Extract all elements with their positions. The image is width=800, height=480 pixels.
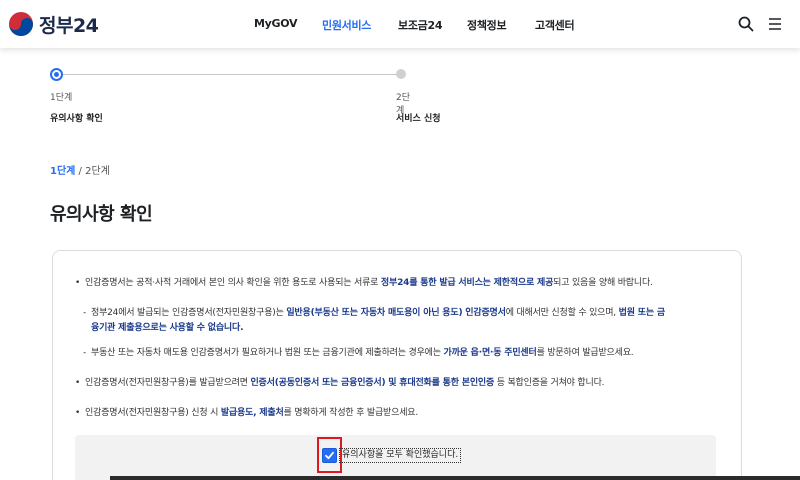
notice-text: 등 복합인증을 거쳐야 합니다. xyxy=(494,378,605,388)
notice-text: 되고 있음을 양해 바랍니다. xyxy=(553,278,653,288)
step-1-name: 유의사항 확인 xyxy=(50,114,103,124)
stepper-line xyxy=(56,74,402,75)
search-icon[interactable] xyxy=(737,15,755,33)
notice-item-5: 인감증명서(전자민원창구용) 신청 시 발급용도, 제출처를 명확하게 작성한 … xyxy=(85,406,735,421)
step-breadcrumb: 1단계 / 2단계 xyxy=(50,162,110,177)
step-1-number: 1단계 xyxy=(50,93,73,103)
bullet-marker: • xyxy=(75,408,81,418)
step-2-name: 서비스 신청 xyxy=(396,114,441,124)
nav-subsidy24[interactable]: 보조금24 xyxy=(398,17,442,33)
emphasized-text: 정부24를 통한 발급 서비스는 제한적으로 제공 xyxy=(380,278,554,288)
dash-marker: - xyxy=(83,308,87,318)
emphasized-text: 발급용도, 제출처 xyxy=(220,408,284,418)
nav-mygov[interactable]: MyGOV xyxy=(254,17,298,30)
menu-icon[interactable] xyxy=(766,15,784,33)
step-1-indicator xyxy=(50,68,63,81)
progress-stepper: 1단계 유의사항 확인 2단계 서비스 신청 xyxy=(50,68,441,128)
emphasized-text: 일반용(부동산 또는 자동차 매도용이 아닌 용도) 인감증명서 xyxy=(286,308,506,318)
breadcrumb-separator: / xyxy=(78,166,82,177)
emphasized-text: 융기관 제출용으로는 사용할 수 없습니다. xyxy=(91,323,244,333)
emphasized-text: 가까운 읍·면·동 주민센터 xyxy=(443,348,537,358)
emphasized-text: 인증서(공동인증서 또는 금융인증서) 및 휴대전화를 통한 본인인증 xyxy=(250,378,495,388)
notice-item-1: 인감증명서는 공적·사적 거래에서 본인 의사 확인을 위한 용도로 사용되는 … xyxy=(85,276,735,291)
notice-text: 부동산 또는 자동차 매도용 인감증명서가 필요하거나 법원 또는 금융기관에 … xyxy=(91,348,444,358)
nav-policy-info[interactable]: 정책정보 xyxy=(467,17,507,33)
notice-item-4: 인감증명서(전자민원창구용)를 발급받으려면 인증서(공동인증서 또는 금융인증… xyxy=(85,376,735,391)
checkmark-icon xyxy=(325,451,334,460)
confirm-checkbox[interactable] xyxy=(322,448,337,463)
main-nav: MyGOV 민원서비스 보조금24 정책정보 고객센터 xyxy=(0,0,800,48)
step-2-indicator xyxy=(396,69,406,79)
bullet-marker: • xyxy=(75,278,81,288)
notice-item-2-line-2: 융기관 제출용으로는 사용할 수 없습니다. xyxy=(91,321,731,336)
notice-text: 정부24에서 발급되는 인감증명서(전자민원창구용)는 xyxy=(91,308,287,318)
confirm-label[interactable]: 유의사항을 모두 확인했습니다. xyxy=(339,448,462,463)
notice-text: 에 대해서만 신청할 수 있으며, xyxy=(505,308,619,318)
notice-item-3: 부동산 또는 자동차 매도용 인감증명서가 필요하거나 법원 또는 금융기관에 … xyxy=(91,346,731,361)
bottom-strip xyxy=(110,476,800,480)
nav-civil-service[interactable]: 민원서비스 xyxy=(322,17,371,33)
notice-item-2-line-1: 정부24에서 발급되는 인감증명서(전자민원창구용)는 일반용(부동산 또는 자… xyxy=(91,306,731,321)
notice-text: 인감증명서(전자민원창구용) 신청 시 xyxy=(85,408,221,418)
emphasized-text: 법원 또는 금 xyxy=(618,308,665,318)
bullet-marker: • xyxy=(75,378,81,388)
breadcrumb-current: 1단계 xyxy=(50,166,76,177)
nav-customer-center[interactable]: 고객센터 xyxy=(535,17,575,33)
page-title: 유의사항 확인 xyxy=(50,204,153,225)
notice-text: 를 방문하여 발급받으세요. xyxy=(536,348,634,358)
dash-marker: - xyxy=(83,348,87,358)
breadcrumb-next: 2단계 xyxy=(85,166,110,177)
notice-text: 를 명확하게 작성한 후 발급받으세요. xyxy=(283,408,419,418)
site-header: 정부24 MyGOV 민원서비스 보조금24 정책정보 고객센터 xyxy=(0,0,800,48)
notice-text: 인감증명서(전자민원창구용)를 발급받으려면 xyxy=(85,378,251,388)
notice-text: 인감증명서는 공적·사적 거래에서 본인 의사 확인을 위한 용도로 사용되는 … xyxy=(85,278,381,288)
